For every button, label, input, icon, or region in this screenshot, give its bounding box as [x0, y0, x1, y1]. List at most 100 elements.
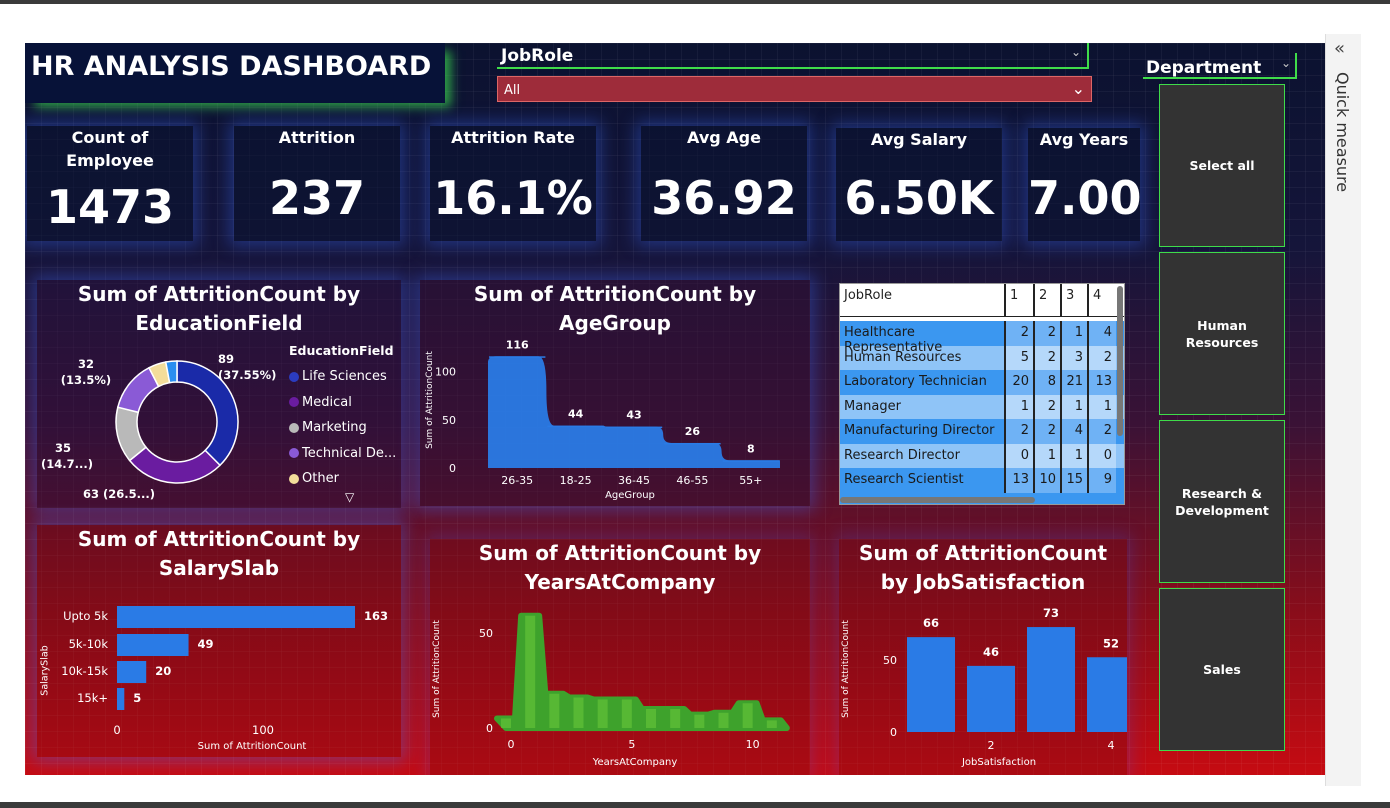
horizontal-scrollbar[interactable] [840, 497, 1035, 503]
legend-item[interactable]: Technical De... [289, 441, 396, 467]
slicer-button-select-all[interactable]: Select all [1159, 84, 1285, 247]
matrix-row[interactable]: Research Scientist 13 10 15 9 [840, 468, 1124, 493]
salaryslab-chart-card[interactable]: Sum of AttritionCount by SalarySlab Upto… [37, 525, 401, 757]
legend-title: EducationField [289, 343, 394, 358]
area-point [670, 708, 681, 728]
matrix-cell: 20 [1006, 370, 1035, 395]
matrix-header-cell[interactable]: 3 [1062, 284, 1089, 316]
matrix-header-cell[interactable]: 4 [1089, 284, 1116, 316]
matrix-cell: 1 [1035, 443, 1062, 468]
matrix-header: JobRole 1 2 3 4 [840, 284, 1124, 317]
area-point [646, 708, 656, 728]
kpi-value: 237 [268, 171, 366, 225]
kpi-card-attrition: Attrition 237 [234, 126, 400, 241]
jobrole-slicer[interactable]: JobRole ⌄ [497, 43, 1089, 69]
agegroup-chart-card[interactable]: Sum of AttritionCount by AgeGroup 0 50 100… [420, 280, 810, 506]
kpi-value: 6.50K [844, 171, 994, 225]
y-axis-label: SalarySlab [39, 645, 51, 696]
kpi-card-avg-salary: Avg Salary 6.50K [836, 128, 1002, 241]
y-tick-label: 10k-15k [61, 664, 108, 678]
legend-item[interactable]: Other [289, 466, 396, 492]
dashboard-title: HR ANALYSIS DASHBOARD [31, 51, 432, 82]
quick-measure-pane[interactable]: « Quick measure [1325, 34, 1361, 786]
area-point [501, 718, 511, 728]
y-tick-label: 0 [486, 722, 493, 735]
matrix-header-cell[interactable]: 1 [1006, 284, 1035, 316]
slicer-button-sales[interactable]: Sales [1159, 588, 1285, 751]
department-slicer[interactable]: Department ⌄ [1143, 53, 1297, 79]
matrix-cell: 21 [1062, 370, 1089, 395]
area-point [766, 720, 777, 728]
matrix-body: JobRole 1 2 3 4 Healthcare Representative 2 2 1 4… [840, 284, 1124, 504]
matrix-row[interactable]: Laboratory Technician 20 8 21 13 [840, 370, 1124, 395]
report-frame: HR ANALYSIS DASHBOARD JobRole ⌄ All ⌄ Co… [0, 4, 1390, 802]
y-tick-label: 50 [442, 414, 456, 427]
y-tick-label: 0 [890, 726, 897, 739]
data-label: 43 [626, 409, 641, 422]
legend-item[interactable]: Medical [289, 390, 396, 416]
area-point [694, 714, 705, 728]
matrix-cell: 10 [1035, 468, 1062, 493]
education-chart-card[interactable]: Sum of AttritionCount by EducationField … [37, 280, 401, 508]
matrix-row[interactable]: Human Resources 5 2 3 2 [840, 345, 1124, 370]
label-value: 89 [218, 352, 235, 366]
yearsatcompany-area-chart: 0 50 0 5 10 [479, 612, 790, 751]
legend-label: Marketing [302, 420, 367, 436]
matrix-cell: 2 [1006, 419, 1035, 444]
jobrole-dropdown[interactable]: All ⌄ [497, 76, 1092, 102]
matrix-cell: Research Scientist [840, 468, 1006, 493]
matrix-row[interactable]: Manager 1 2 1 1 [840, 394, 1124, 419]
area-point [547, 425, 604, 428]
matrix-header-cell[interactable]: 2 [1035, 284, 1062, 316]
chevron-down-icon[interactable]: ⌄ [1281, 56, 1291, 70]
x-axis-label: AgeGroup [605, 490, 655, 501]
matrix-cell: 13 [1089, 370, 1116, 395]
y-tick-label: 5k-10k [69, 637, 109, 651]
matrix-row[interactable]: Manufacturing Director 2 2 4 2 [840, 419, 1124, 444]
legend-label: Other [302, 471, 339, 487]
jobrole-matrix[interactable]: JobRole 1 2 3 4 Healthcare Representative 2 2 1 4… [839, 283, 1125, 505]
jobsatisfaction-chart-card[interactable]: Sum of AttritionCount by JobSatisfaction… [839, 539, 1127, 775]
collapse-chevron-icon[interactable]: « [1334, 38, 1345, 59]
matrix-cell: Healthcare Representative [840, 321, 1006, 355]
x-tick-label: 100 [252, 723, 274, 737]
title-card: HR ANALYSIS DASHBOARD [25, 43, 445, 103]
data-label: 116 [506, 338, 529, 351]
salaryslab-bar-chart: Upto 5k 163 5k-10k 49 10k-15k 20 15k+ 5 0 100 [61, 606, 388, 737]
x-tick-label: 4 [1108, 739, 1115, 752]
y-axis-label: Sum of AttritionCount [425, 351, 435, 449]
matrix-row[interactable]: Research Director 0 1 1 0 [840, 443, 1124, 468]
matrix-cell: 2 [1035, 394, 1062, 419]
quick-measure-label: Quick measure [1333, 72, 1352, 193]
chevron-down-icon[interactable]: ⌄ [1071, 45, 1081, 59]
label-value: 35 [54, 441, 71, 455]
donut-label-32: 32 (13.5%) [57, 356, 115, 388]
kpi-card-avg-years: Avg Years 7.00 [1028, 128, 1142, 241]
area-point [742, 703, 753, 728]
label-pct: (14.7...) [41, 457, 93, 471]
legend-scroll-down-icon[interactable]: ▽ [345, 490, 354, 504]
matrix-header-cell[interactable]: JobRole [840, 284, 1006, 316]
area-point [573, 697, 584, 728]
x-tick-label: 26-35 [501, 474, 533, 487]
yearsatcompany-chart-card[interactable]: Sum of AttritionCount by YearsAtCompany … [430, 539, 810, 775]
y-tick-label: 0 [449, 462, 456, 475]
matrix-row[interactable]: Healthcare Representative 2 2 1 4 [840, 321, 1124, 355]
matrix-cell: 2 [1035, 419, 1062, 444]
x-tick-label: 0 [508, 738, 515, 751]
area-point [722, 460, 779, 462]
matrix-cell: 8 [1035, 370, 1062, 395]
y-tick-label: 15k+ [77, 691, 108, 705]
legend-label: Technical De... [302, 445, 397, 461]
y-tick-label: 100 [435, 366, 456, 379]
vertical-scrollbar[interactable] [1117, 286, 1123, 436]
slicer-button-human-resources[interactable]: Human Resources [1159, 252, 1285, 415]
y-tick-label: Upto 5k [63, 609, 108, 623]
legend-item[interactable]: Marketing [289, 415, 396, 441]
slicer-button-research-development[interactable]: Research & Development [1159, 420, 1285, 583]
kpi-value: 36.92 [651, 171, 797, 225]
legend-item[interactable]: Life Sciences [289, 364, 396, 390]
matrix-cell: 1 [1062, 394, 1089, 419]
kpi-label: Avg Salary [870, 130, 968, 149]
chevron-down-icon[interactable]: ⌄ [1072, 79, 1085, 98]
